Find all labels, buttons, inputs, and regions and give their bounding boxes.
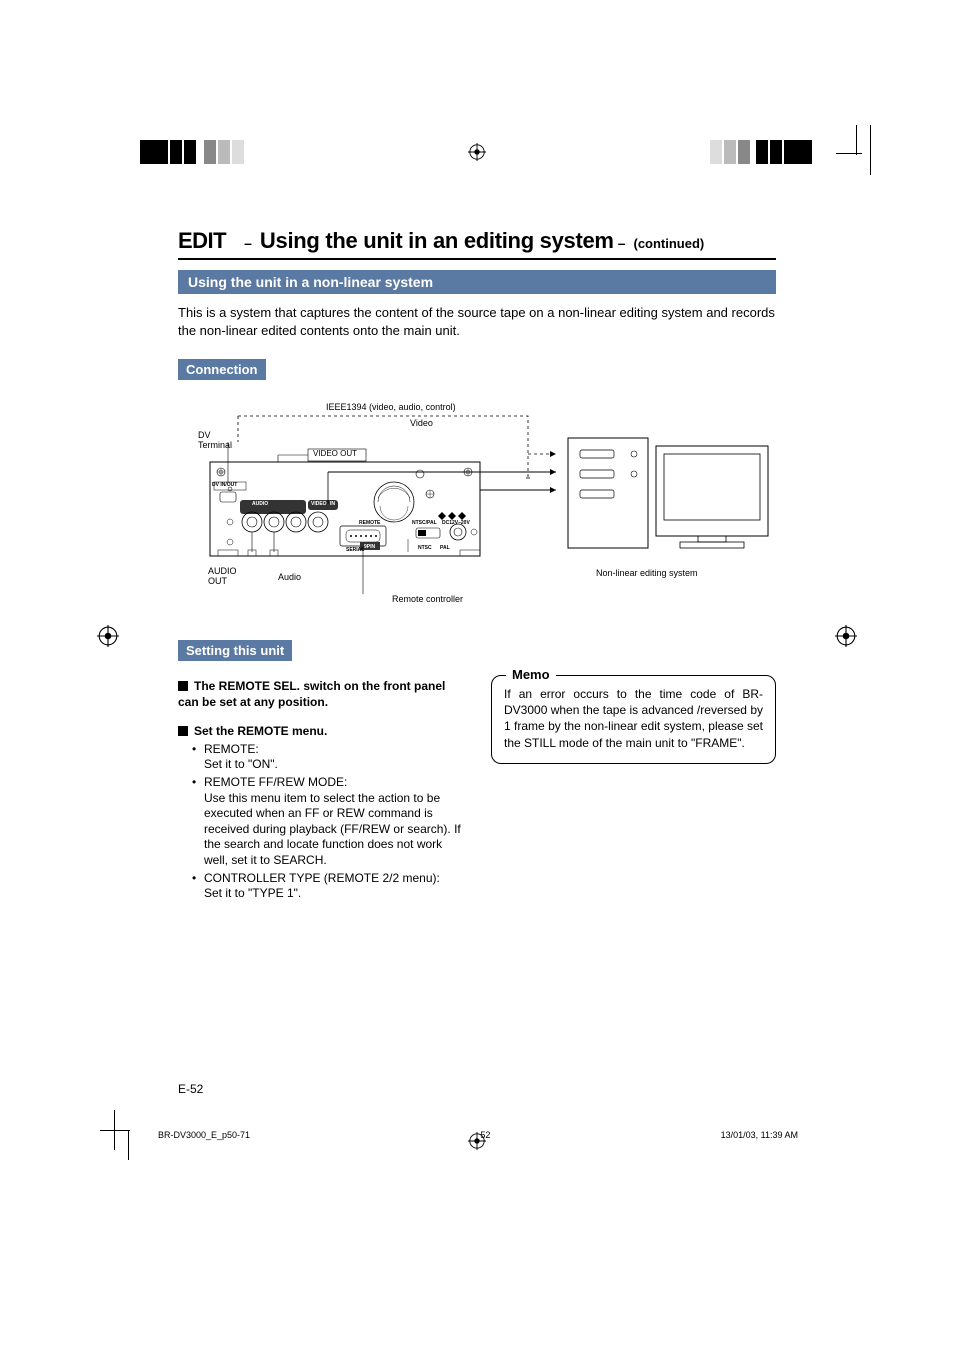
connection-diagram: IEEE1394 (video, audio, control) Video D…	[178, 394, 776, 614]
bullet1-desc: Set it to "ON".	[204, 757, 278, 771]
diagram-label-in-sm: IN	[330, 501, 335, 507]
diagram-label-audio-sm: AUDIO	[252, 501, 268, 507]
crop-marks-top	[0, 140, 954, 190]
diagram-label-ieee: IEEE1394 (video, audio, control)	[326, 402, 456, 412]
diagram-label-remote-sm: REMOTE	[359, 520, 380, 526]
crop-marks-bottom	[0, 1120, 954, 1170]
page-title-row: EDIT – Using the unit in an editing syst…	[178, 228, 776, 260]
page-content: EDIT – Using the unit in an editing syst…	[178, 228, 776, 904]
title-subtitle: Using the unit in an editing system	[260, 228, 614, 254]
diagram-label-dc12v: DC12V–20V	[442, 520, 470, 526]
page-number: E-52	[178, 1082, 203, 1096]
bullet2-desc: Use this menu item to select the action …	[204, 791, 461, 867]
left-column: The REMOTE SEL. switch on the front pane…	[178, 671, 463, 904]
title-continued: (continued)	[633, 236, 704, 251]
diagram-label-remote-controller: Remote controller	[392, 594, 463, 604]
square-bullet-icon	[178, 726, 188, 736]
diagram-label-pal: PAL	[440, 545, 450, 551]
memo-text: If an error occurs to the time code of B…	[504, 686, 763, 751]
diagram-label-serial: SERIAL	[346, 547, 364, 553]
bullet1-title: REMOTE:	[204, 742, 259, 756]
registration-mark-bottom	[468, 1132, 486, 1150]
section-header-nonlinear: Using the unit in a non-linear system	[178, 270, 776, 294]
memo-title: Memo	[506, 667, 556, 684]
diagram-label-video-sm: VIDEO	[311, 501, 327, 507]
diagram-label-audio-out: AUDIO OUT	[208, 566, 248, 586]
registration-mark-top	[468, 143, 486, 161]
bullet3-desc: Set it to "TYPE 1".	[204, 886, 301, 900]
section-header-setting: Setting this unit	[178, 640, 292, 661]
diagram-label-dv-terminal: DV Terminal	[198, 430, 242, 450]
diagram-label-video: Video	[410, 418, 433, 428]
diagram-label-audio: Audio	[278, 572, 301, 582]
columns: The REMOTE SEL. switch on the front pane…	[178, 671, 776, 904]
set-remote-menu-text: Set the REMOTE menu.	[194, 724, 327, 738]
diagram-label-dv-inout: DV IN/OUT	[212, 482, 237, 488]
diagram-label-ntsc: NTSC	[418, 545, 432, 551]
bullet2-title: REMOTE FF/REW MODE:	[204, 775, 347, 789]
title-dash1: –	[244, 235, 252, 251]
section-header-connection: Connection	[178, 359, 266, 380]
memo-box: Memo If an error occurs to the time code…	[491, 675, 776, 764]
right-column: Memo If an error occurs to the time code…	[491, 671, 776, 904]
registration-mark-right	[835, 625, 857, 647]
diagram-label-video-out: VIDEO OUT	[313, 449, 357, 458]
section-body-nonlinear: This is a system that captures the conte…	[178, 304, 776, 339]
remote-sel-text: The REMOTE SEL. switch on the front pane…	[178, 679, 445, 709]
registration-mark-left	[97, 625, 119, 647]
diagram-label-ntscpal: NTSC/PAL	[412, 520, 437, 526]
title-edit: EDIT	[178, 228, 226, 254]
bullet3-title: CONTROLLER TYPE (REMOTE 2/2 menu):	[204, 871, 440, 885]
title-dash2: –	[618, 235, 626, 251]
diagram-label-9pin: 9PIN	[364, 544, 375, 550]
diagram-label-nonlinear: Non-linear editing system	[596, 568, 698, 578]
square-bullet-icon	[178, 681, 188, 691]
